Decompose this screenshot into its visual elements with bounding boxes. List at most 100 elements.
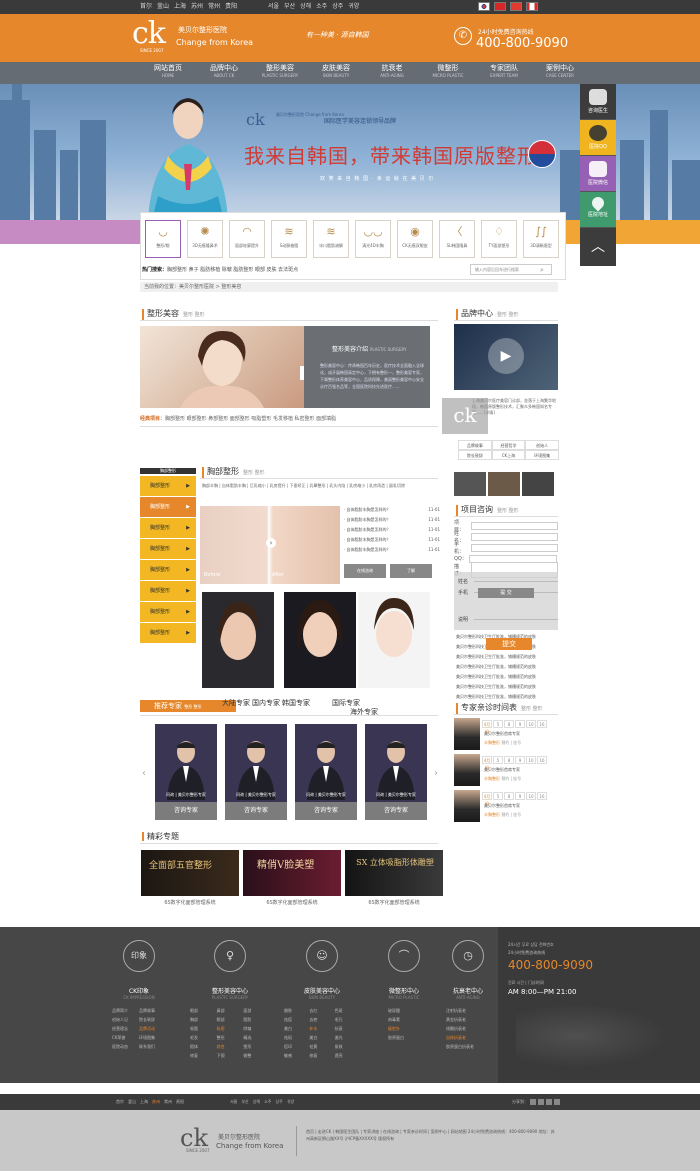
- city-link[interactable]: 상주: [332, 0, 343, 14]
- list-item[interactable]: · 自体脂肪丰胸是怎样的？ 11-01: [344, 545, 440, 555]
- footer-link[interactable]: 色斑: [335, 1006, 360, 1015]
- nav-plastic[interactable]: 整形美容 PLASTIC SURGERY: [252, 62, 308, 84]
- footer-link[interactable]: 院长致辞: [139, 1015, 166, 1024]
- share-icon[interactable]: [554, 1099, 560, 1105]
- china-flag-icon[interactable]: [494, 2, 506, 11]
- tab-item[interactable]: 胸部整形: [140, 602, 196, 622]
- footer-link[interactable]: 玻尿酸: [388, 1006, 432, 1015]
- city-link[interactable]: 귀양: [287, 1094, 294, 1110]
- brand-link[interactable]: 品牌故事: [458, 440, 492, 450]
- expert-card[interactable]: 问询 | 美贝尔整形专家 咨询专家: [295, 724, 357, 820]
- footer-link[interactable]: 下颌: [217, 1051, 244, 1060]
- footer-link[interactable]: 品牌简介: [112, 1006, 139, 1015]
- category-item[interactable]: ✺ 3D无痕隆鼻术: [187, 220, 223, 258]
- search-icon[interactable]: ⌕: [540, 266, 544, 275]
- category-item[interactable]: ≋ 冰川脂肪溶解: [313, 220, 349, 258]
- list-item[interactable]: · 自体脂肪丰胸是怎样的？ 11-01: [344, 525, 440, 535]
- list-item[interactable]: · 自体脂肪丰胸是怎样的？ 11-01: [344, 535, 440, 545]
- city-link[interactable]: 贵阳: [176, 1094, 184, 1110]
- category-item[interactable]: ◉ CK无痕双眼皮: [397, 220, 433, 258]
- consult-expert-button[interactable]: 咨询专家: [225, 802, 287, 820]
- city-link[interactable]: 釜山: [128, 1094, 136, 1110]
- category-item[interactable]: ◠ 面部轮廓提升: [229, 220, 265, 258]
- brand-link[interactable]: 环境图集: [525, 450, 559, 460]
- city-link[interactable]: 苏州: [152, 1094, 160, 1110]
- footer-link[interactable]: 面部: [243, 1006, 270, 1015]
- footer-link[interactable]: 联系我们: [139, 1042, 166, 1051]
- consult-expert-button[interactable]: 咨询专家: [365, 802, 427, 820]
- chevron-left-icon[interactable]: ‹: [142, 768, 146, 779]
- footer-link[interactable]: 吸脂: [190, 1024, 217, 1033]
- face-image[interactable]: [202, 592, 274, 688]
- footer-link[interactable]: 毛发: [190, 1033, 217, 1042]
- footer-link[interactable]: 注射抗衰老: [446, 1006, 496, 1015]
- footer-link[interactable]: 精选: [243, 1033, 270, 1042]
- nav-experts[interactable]: 专家团队 EXPERT TEAM: [476, 62, 532, 84]
- footer-link[interactable]: 抗衰: [335, 1024, 360, 1033]
- city-link[interactable]: 소주: [264, 1094, 271, 1110]
- share-icon[interactable]: [538, 1099, 544, 1105]
- brand-link[interactable]: 院长致辞: [458, 450, 492, 460]
- phone-field[interactable]: [470, 543, 558, 552]
- footer-link[interactable]: 经营理念: [112, 1024, 139, 1033]
- category-item[interactable]: ∫∫ 3D清晰眉型: [523, 220, 559, 258]
- topic-caption[interactable]: 6S数字化面部管理系统: [243, 899, 341, 906]
- brand-link[interactable]: 经营哲学: [491, 440, 526, 450]
- consult-expert-button[interactable]: 咨询专家: [295, 802, 357, 820]
- footer-link[interactable]: 综合: [217, 1042, 244, 1051]
- footer-link[interactable]: 毛孔: [335, 1015, 360, 1024]
- swiss-flag-icon[interactable]: [510, 2, 522, 11]
- name-field[interactable]: [470, 532, 558, 541]
- footer-link[interactable]: 除皱: [243, 1024, 270, 1033]
- expert-tab[interactable]: 大陆专家: [222, 698, 250, 708]
- tab-item[interactable]: 胸部整形: [140, 539, 196, 559]
- footer-link[interactable]: 胸部: [190, 1015, 217, 1024]
- list-item[interactable]: 美贝尔整形科技卫生厅批准，铺槽规范的皮肤: [456, 692, 560, 702]
- footer-link[interactable]: 肉毒素: [388, 1015, 432, 1024]
- footer-link[interactable]: 品牌活动: [139, 1024, 166, 1033]
- expert-tab[interactable]: 国内专家: [252, 698, 280, 708]
- footer-link[interactable]: 瘦脸针: [388, 1024, 432, 1033]
- expert-tab[interactable]: 韩国专家: [282, 698, 310, 708]
- thumbnail[interactable]: [488, 472, 520, 496]
- category-item[interactable]: ◡◡ 清光4D丰胸: [355, 220, 391, 258]
- footer-link[interactable]: 鼻部: [217, 1006, 244, 1015]
- consult-doctor-button[interactable]: 咨询医生: [580, 84, 616, 120]
- tab-item[interactable]: 胸部整形: [140, 497, 196, 517]
- footer-link[interactable]: 自体抗衰老: [446, 1033, 496, 1042]
- nav-micro[interactable]: 微整形 MICRO PLASTIC: [420, 62, 476, 84]
- tab-item[interactable]: 胸部整形: [140, 623, 196, 643]
- city-link[interactable]: 상해: [300, 0, 311, 14]
- category-item[interactable]: ≋ S动脉抽脂: [271, 220, 307, 258]
- tab-item[interactable]: 胸部整形: [140, 560, 196, 580]
- footer-link[interactable]: 嫩肤: [284, 1006, 309, 1015]
- list-item[interactable]: · 自体脂肪丰胸是怎样的？ 11-01: [344, 505, 440, 515]
- city-link[interactable]: 귀양: [348, 0, 359, 14]
- footer-link[interactable]: 塑形: [243, 1042, 270, 1051]
- footer-link[interactable]: CK荣誉: [112, 1033, 139, 1042]
- footer-link[interactable]: 胶原蛋白: [388, 1033, 432, 1042]
- footer-link[interactable]: 紧致: [335, 1042, 360, 1051]
- list-item[interactable]: · 自体脂肪丰胸是怎样的？ 11-01: [344, 515, 440, 525]
- korea-flag-icon[interactable]: [478, 2, 490, 11]
- footer-link[interactable]: 眼部: [217, 1015, 244, 1024]
- feature-model-image[interactable]: [140, 326, 304, 408]
- footer-links[interactable]: 首页 | 走进CK | 韩国医生团队 | 专家讲座 | 在线咨询 | 专家亲诊时…: [306, 1128, 556, 1142]
- city-link[interactable]: 常州: [164, 1094, 172, 1110]
- expert-card[interactable]: 问询 | 美贝尔整形专家 咨询专家: [365, 724, 427, 820]
- city-link[interactable]: 苏州: [191, 0, 203, 14]
- share-icon[interactable]: [530, 1099, 536, 1105]
- overlay-row[interactable]: 姓名: [454, 576, 558, 587]
- list-item[interactable]: 美贝尔整形科技卫生厅批准，铺槽规范的皮肤: [456, 662, 560, 672]
- classic-project-links[interactable]: 胸部整形 眼部整形 鼻部整形 面部整形 吸脂塑形 毛发移植 私密整形 面部填脂: [165, 416, 336, 422]
- list-item[interactable]: 美贝尔整形科技卫生厅批准，铺槽规范的皮肤: [456, 672, 560, 682]
- footer-link[interactable]: 整形: [217, 1033, 244, 1042]
- footer-link[interactable]: 脂肪: [243, 1015, 270, 1024]
- online-consult-button[interactable]: 在线咨询: [344, 564, 386, 578]
- thumbnail[interactable]: [454, 472, 486, 496]
- footer-link[interactable]: 微整: [243, 1051, 270, 1060]
- back-to-top-button[interactable]: ︿: [580, 228, 616, 264]
- city-link[interactable]: 首尔: [116, 1094, 124, 1110]
- tab-item[interactable]: 胸部整形: [140, 518, 196, 538]
- city-link[interactable]: 소주: [316, 0, 327, 14]
